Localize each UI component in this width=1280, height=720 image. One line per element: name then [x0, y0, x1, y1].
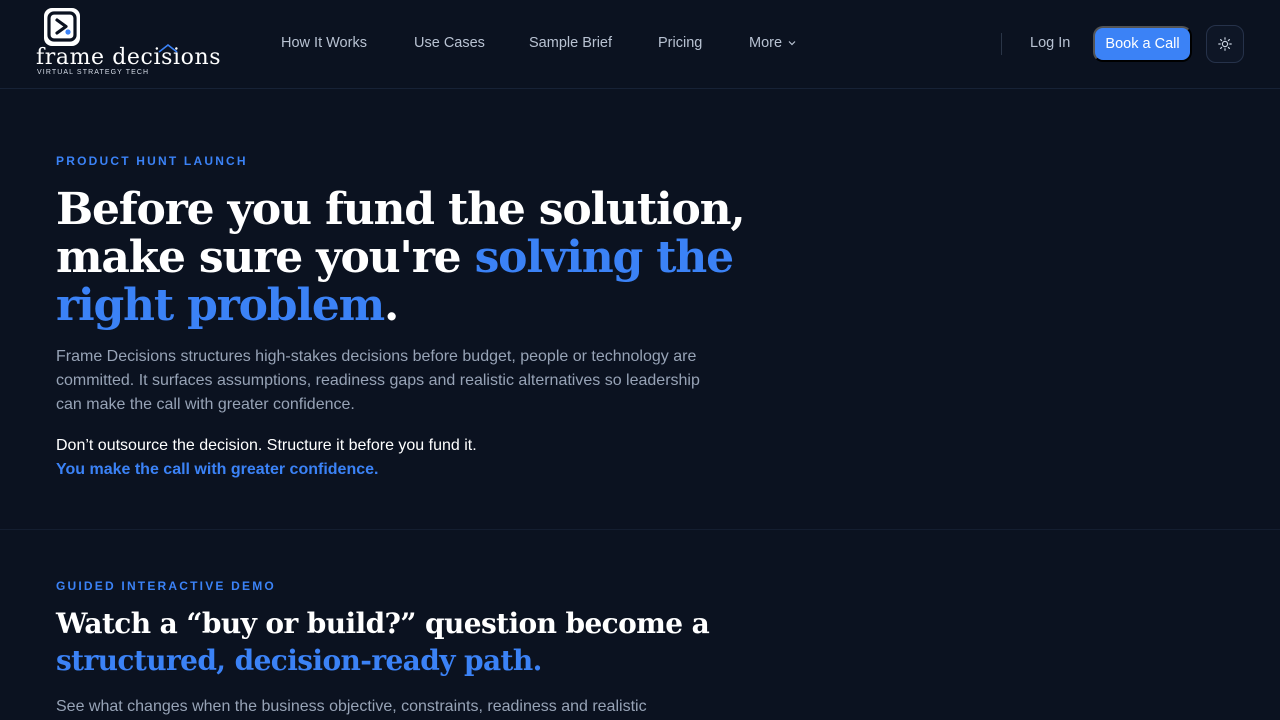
hero-description: Frame Decisions structures high-stakes d… [56, 348, 700, 413]
nav-link-sample-brief[interactable]: Sample Brief [529, 35, 612, 51]
demo-title-accent: structured, decision-ready path. [56, 644, 542, 677]
nav-more-label: More [749, 35, 783, 51]
login-link[interactable]: Log In [1030, 35, 1070, 51]
hero-eyebrow: PRODUCT HUNT LAUNCH [56, 154, 248, 168]
nav-divider [1001, 33, 1002, 55]
brand-tagline: VIRTUAL STRATEGY TECH [37, 69, 150, 76]
hero-tagline-accent: You make the call with greater confidenc… [56, 461, 379, 478]
hero-tagline: Don’t outsource the decision. Structure … [56, 437, 477, 454]
nav-link-how-it-works[interactable]: How It Works [281, 35, 367, 51]
brand-name: frame decisions [36, 45, 222, 70]
hero-title: Before you fund the solution, make sure … [56, 186, 816, 330]
book-a-call-button[interactable]: Book a Call [1093, 26, 1192, 62]
nav-more-dropdown[interactable]: More [749, 35, 796, 51]
section-divider [0, 529, 1280, 530]
demo-title: Watch a “buy or build?” question become … [56, 605, 836, 679]
top-navbar: frame decisions VIRTUAL STRATEGY TECH Ho… [0, 0, 1280, 89]
sun-icon [1218, 37, 1232, 51]
chevron-down-icon [788, 41, 796, 46]
theme-toggle-button[interactable] [1206, 25, 1244, 63]
nav-link-use-cases[interactable]: Use Cases [414, 35, 485, 51]
demo-eyebrow: GUIDED INTERACTIVE DEMO [56, 579, 276, 593]
logo-mark-icon [44, 8, 80, 46]
demo-title-main: Watch a “buy or build?” question become … [56, 607, 710, 640]
hero-title-end: . [384, 280, 399, 331]
brand-logo[interactable]: frame decisions VIRTUAL STRATEGY TECH [36, 8, 226, 80]
demo-description: See what changes when the business objec… [56, 698, 647, 715]
nav-link-pricing[interactable]: Pricing [658, 35, 702, 51]
